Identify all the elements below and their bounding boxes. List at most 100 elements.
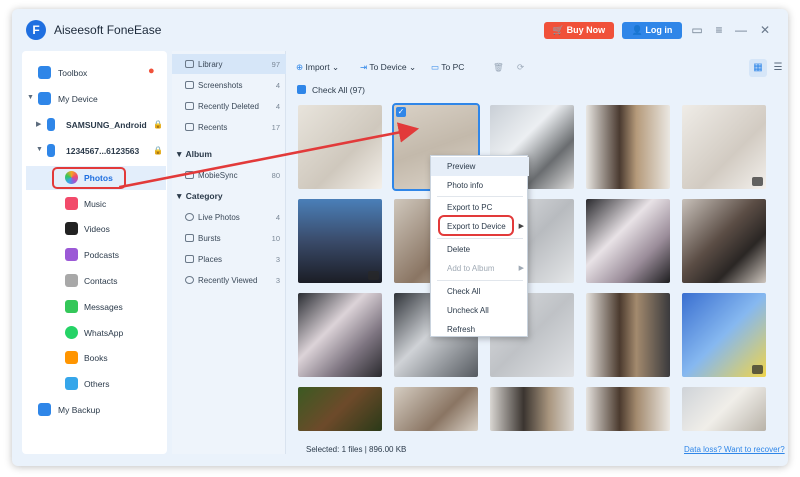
- sidebar-item-videos[interactable]: Videos: [22, 217, 167, 241]
- menu-divider: [437, 238, 523, 239]
- places-icon: [185, 255, 194, 263]
- to-device-label: To Device: [369, 62, 407, 72]
- menu-divider: [437, 196, 523, 197]
- menu-item-label: Add to Album: [447, 264, 495, 273]
- menu-item-label: Photo info: [447, 181, 484, 190]
- category-panel: Library 97 Screenshots 4 Recently Delete…: [172, 51, 286, 454]
- minimize-icon[interactable]: —: [734, 23, 748, 37]
- screenshot-icon: [185, 81, 194, 89]
- category-count: 3: [275, 255, 280, 264]
- sidebar-item-music[interactable]: Music: [22, 192, 167, 216]
- app-title: Aiseesoft FoneEase: [54, 23, 162, 37]
- sidebar-item-others[interactable]: Others: [22, 372, 167, 396]
- podcasts-icon: [65, 248, 78, 261]
- log-in-button[interactable]: 👤 Log in: [622, 22, 682, 39]
- category-recently-deleted[interactable]: Recently Deleted 4: [172, 96, 286, 116]
- to-pc-button[interactable]: ▭ To PC: [431, 59, 464, 75]
- photo-thumbnail[interactable]: [586, 387, 670, 431]
- menu-item-refresh[interactable]: Refresh: [431, 320, 529, 339]
- menu-icon[interactable]: ≡: [712, 23, 726, 37]
- grid-view-icon[interactable]: ▦: [749, 59, 767, 77]
- chevron-down-icon: ⌄: [331, 62, 340, 72]
- contacts-icon: [65, 274, 78, 287]
- sidebar-item-label: Toolbox: [58, 68, 88, 78]
- category-screenshots[interactable]: Screenshots 4: [172, 75, 286, 95]
- log-in-label: Log in: [645, 25, 673, 35]
- buy-now-button[interactable]: 🛒 Buy Now: [544, 22, 614, 39]
- category-bursts[interactable]: Bursts 10: [172, 228, 286, 248]
- device-name: 1234567...6123563: [66, 146, 140, 156]
- to-device-button[interactable]: ⇥ To Device ⌄: [360, 59, 416, 75]
- album-icon: [185, 171, 194, 179]
- trash-icon: [185, 102, 194, 110]
- photo-thumbnail[interactable]: [394, 387, 478, 431]
- photo-thumbnail[interactable]: [682, 199, 766, 283]
- menu-item-photo-info[interactable]: Photo info: [431, 176, 529, 195]
- fire-icon: ●: [148, 65, 155, 77]
- delete-icon[interactable]: 🗑: [493, 59, 504, 75]
- photo-thumbnail[interactable]: [682, 387, 766, 431]
- chevron-right-icon: ▶: [518, 223, 524, 230]
- music-icon: [65, 197, 78, 210]
- category-mobiesync[interactable]: MobieSync 80: [172, 165, 286, 185]
- category-recents[interactable]: Recents 17: [172, 117, 286, 137]
- category-recently-viewed[interactable]: Recently Viewed 3: [172, 270, 286, 290]
- category-label: Places: [198, 255, 223, 264]
- category-label: Bursts: [198, 234, 221, 243]
- recover-link[interactable]: Data loss? Want to recover?: [684, 445, 785, 454]
- bursts-icon: [185, 234, 194, 242]
- refresh-icon[interactable]: ⟳: [517, 59, 524, 75]
- sidebar-item-whatsapp[interactable]: WhatsApp: [22, 321, 167, 345]
- sidebar-item-label: Podcasts: [84, 250, 119, 260]
- category-places[interactable]: Places 3: [172, 249, 286, 269]
- sidebar-item-samsung[interactable]: ▶ SAMSUNG_Android 🔒: [22, 113, 167, 137]
- photo-thumbnail[interactable]: [682, 105, 766, 189]
- sidebar-item-iphone[interactable]: ▼ 1234567...6123563 🔒: [22, 139, 167, 163]
- sidebar-item-label: Videos: [84, 224, 110, 234]
- category-heading[interactable]: ▼ Category: [175, 191, 223, 201]
- import-button[interactable]: ⊕ Import ⌄: [296, 59, 339, 75]
- checkmark-icon[interactable]: ✓: [396, 107, 406, 117]
- menu-item-delete[interactable]: Delete: [431, 240, 529, 259]
- photo-thumbnail[interactable]: [298, 387, 382, 431]
- import-label: Import: [305, 62, 330, 72]
- sidebar-item-messages[interactable]: Messages: [22, 295, 167, 319]
- menu-item-check-all[interactable]: Check All: [431, 282, 529, 301]
- close-icon[interactable]: ✕: [758, 23, 772, 37]
- sidebar-item-contacts[interactable]: Contacts: [22, 269, 167, 293]
- photo-thumbnail[interactable]: [586, 293, 670, 377]
- sidebar-item-label: Messages: [84, 302, 123, 312]
- check-all-checkbox[interactable]: Check All (97): [297, 85, 365, 95]
- menu-item-add-album[interactable]: Add to Album ▶: [431, 259, 529, 278]
- category-label: MobieSync: [198, 171, 238, 180]
- photo-thumbnail[interactable]: [298, 105, 382, 189]
- photo-thumbnail[interactable]: [586, 105, 670, 189]
- lock-icon: 🔒: [153, 146, 163, 155]
- feedback-icon[interactable]: ▭: [690, 23, 704, 37]
- backup-icon: [38, 403, 51, 416]
- photo-thumbnail[interactable]: [586, 199, 670, 283]
- sidebar-item-my-device[interactable]: ▼ My Device: [22, 87, 167, 111]
- album-heading[interactable]: ▼ Album: [175, 149, 212, 159]
- camera-badge-icon: [752, 365, 763, 374]
- sidebar-item-my-backup[interactable]: My Backup: [22, 398, 167, 422]
- sidebar-item-label: My Backup: [58, 405, 101, 415]
- sidebar-item-toolbox[interactable]: Toolbox ●: [22, 61, 167, 85]
- list-view-icon[interactable]: ☰: [769, 59, 787, 77]
- photo-thumbnail[interactable]: [298, 199, 382, 283]
- menu-item-uncheck-all[interactable]: Uncheck All: [431, 301, 529, 320]
- sidebar-item-books[interactable]: Books: [22, 346, 167, 370]
- category-label: Recently Deleted: [198, 102, 259, 111]
- sidebar-item-podcasts[interactable]: Podcasts: [22, 243, 167, 267]
- category-live-photos[interactable]: Live Photos 4: [172, 207, 286, 227]
- export-device-highlight-box: [438, 215, 514, 236]
- sidebar-item-label: Contacts: [84, 276, 118, 286]
- photo-thumbnail[interactable]: [490, 387, 574, 431]
- category-library[interactable]: Library 97: [172, 54, 286, 74]
- menu-item-preview[interactable]: Preview: [431, 157, 529, 176]
- sidebar-item-label: Books: [84, 353, 108, 363]
- photo-thumbnail[interactable]: [682, 293, 766, 377]
- plus-circle-icon: ⊕: [296, 62, 304, 72]
- context-menu: Preview Photo info Export to PC Export t…: [430, 155, 529, 339]
- photo-thumbnail[interactable]: [298, 293, 382, 377]
